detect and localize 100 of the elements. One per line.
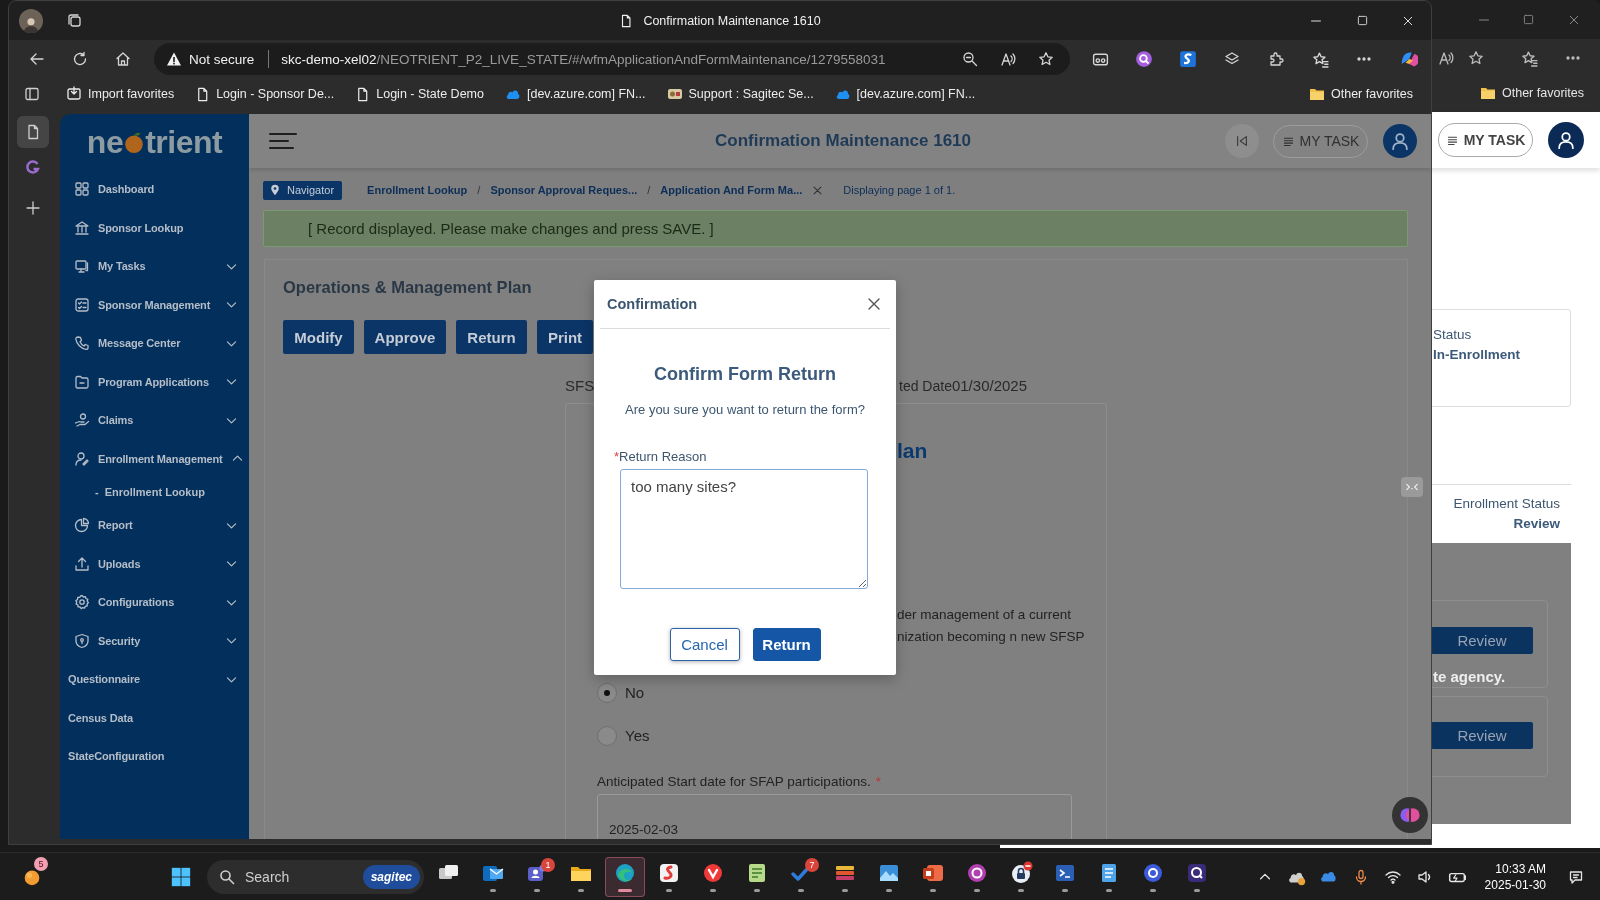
- magnifier-icon: [1185, 861, 1209, 885]
- option-label: No: [625, 684, 645, 701]
- profile-avatar[interactable]: [19, 8, 43, 33]
- app-icon: [701, 861, 725, 885]
- action-button[interactable]: Approve: [364, 320, 446, 354]
- globe-icon: [613, 861, 637, 885]
- info-text: SFS: [565, 376, 596, 396]
- review-button[interactable]: Review: [1431, 627, 1533, 654]
- weather-button[interactable]: 5: [12, 856, 52, 897]
- page-icon: [25, 124, 41, 140]
- wifi-icon: [1384, 868, 1401, 885]
- nav-item[interactable]: Sponsor Management: [60, 285, 249, 324]
- nav-item[interactable]: StateConfiguration: [60, 737, 249, 776]
- clock-time: 10:33 AM: [1495, 860, 1546, 877]
- nav-item[interactable]: Sponsor Lookup: [60, 208, 249, 247]
- enrollment-status-label: Enrollment Status: [1453, 495, 1560, 513]
- taskbar-button[interactable]: 1: [517, 856, 557, 897]
- logo: sagitec: [362, 864, 420, 889]
- window-title: Confirmation Maintenance 1610: [643, 13, 821, 28]
- phone-icon: [74, 335, 90, 352]
- nav-item[interactable]: Configurations: [60, 583, 249, 622]
- nav-item[interactable]: Uploads: [60, 544, 249, 583]
- return-button[interactable]: Return: [752, 628, 821, 661]
- bookmark[interactable]: Login - Sponsor De...: [191, 86, 339, 102]
- nav-item[interactable]: Questionnaire: [60, 660, 249, 699]
- body-text: nization becoming n new SFSP: [897, 628, 1086, 646]
- body-text: der management of a current: [897, 606, 1073, 624]
- action-button[interactable]: Modify: [283, 320, 354, 354]
- paging-text: Displaying page 1 of 1.: [843, 184, 956, 196]
- notification-badge: 7: [805, 857, 819, 872]
- nav-item[interactable]: Dashboard: [60, 170, 249, 209]
- nav-item[interactable]: Message Center: [60, 324, 249, 363]
- enrollment-status-value: Review: [1513, 515, 1560, 533]
- nav-item[interactable]: Enrollment Management: [60, 439, 249, 478]
- security-button[interactable]: Not secure: [166, 51, 259, 67]
- star-icon: [1038, 51, 1054, 67]
- note-text: te agency.: [1433, 668, 1506, 686]
- read-aloud-icon: [1438, 50, 1454, 66]
- address-field[interactable]: Not secure skc-demo-xel02/NEOTRIENT_P2_LIVE_STATE/#/wfmApplicationAndFormMaintenance/1279558031: [154, 43, 1070, 75]
- avatar[interactable]: [1383, 124, 1417, 158]
- arrow-left-icon: [29, 51, 45, 67]
- pie-chart-icon: [74, 517, 90, 534]
- bookmark[interactable]: [dev.azure.com] FN...: [830, 86, 980, 102]
- nav-item[interactable]: Claims: [60, 401, 249, 440]
- back-button[interactable]: [1225, 124, 1259, 158]
- action-button[interactable]: Return: [456, 320, 527, 354]
- taskbar-button[interactable]: [605, 856, 645, 897]
- return-reason-field[interactable]: too many sites?: [620, 469, 868, 589]
- dialog-title: Confirmation: [607, 296, 698, 312]
- bookmark-folder[interactable]: Other favorites: [1480, 85, 1584, 101]
- radio-button[interactable]: [597, 725, 617, 746]
- ring-icon: [965, 861, 989, 885]
- ring-icon: [1141, 861, 1165, 885]
- clock-date: 2025-01-30: [1484, 876, 1546, 893]
- curve-icon: [1179, 50, 1197, 68]
- section-title: Operations & Management Plan: [283, 277, 533, 297]
- folder-icon: [1309, 86, 1325, 102]
- close-icon: [1402, 14, 1414, 27]
- nav-item[interactable]: Program Applications: [60, 362, 249, 401]
- bookmark-folder[interactable]: Other favorites: [1305, 86, 1417, 102]
- avatar[interactable]: [1548, 122, 1584, 158]
- close-button[interactable]: [812, 184, 824, 196]
- bookmark[interactable]: [dev.azure.com] FN...: [500, 86, 650, 102]
- page-title: Confirmation Maintenance 1610: [715, 131, 971, 151]
- action-button[interactable]: Print: [537, 320, 593, 354]
- radio-button[interactable]: [597, 682, 617, 703]
- nav-item[interactable]: Report: [60, 506, 249, 545]
- nav-sub-item[interactable]: - Enrollment Lookup: [60, 478, 249, 506]
- user-edit-icon: [74, 450, 90, 467]
- bank-icon: [74, 219, 90, 236]
- nav-item[interactable]: Security: [60, 621, 249, 660]
- close-icon: [812, 184, 824, 196]
- dialog-message: Are you sure you want to return the form?: [624, 401, 866, 419]
- reload-icon: [72, 51, 88, 67]
- plus-icon: [25, 200, 41, 216]
- folder-icon: [1480, 85, 1496, 101]
- navigator-button[interactable]: Navigator: [263, 180, 343, 200]
- notification-badge: 5: [34, 856, 48, 871]
- close-button[interactable]: [866, 296, 882, 312]
- search-field[interactable]: Search sagitec: [207, 859, 424, 894]
- date-label: ted Date: [899, 378, 952, 394]
- bookmark[interactable]: Support : Sagitec Se...: [662, 86, 818, 102]
- user-icon: [1390, 131, 1410, 151]
- date-value: 01/30/2025: [951, 377, 1027, 394]
- taskbar-button[interactable]: 7: [781, 856, 821, 897]
- vertical-tab[interactable]: [17, 116, 49, 148]
- bookmark[interactable]: Import favorites: [62, 86, 179, 102]
- nav-item[interactable]: My Tasks: [60, 247, 249, 286]
- breadcrumb-separator: /: [477, 184, 481, 196]
- cancel-button[interactable]: Cancel: [669, 628, 740, 661]
- field-label: Anticipated Start date for SFAP participations. *: [597, 773, 882, 791]
- bookmark[interactable]: Login - State Demo: [351, 86, 488, 102]
- windows-icon: [171, 866, 191, 887]
- review-button[interactable]: Review: [1431, 722, 1533, 749]
- collapse-toggle[interactable]: [1401, 477, 1423, 497]
- nav-item[interactable]: Census Data: [60, 698, 249, 737]
- gear-icon: [74, 594, 90, 611]
- my-task-button[interactable]: MY TASK: [1438, 123, 1533, 157]
- option-label: Yes: [625, 727, 650, 744]
- puzzle-icon: [1268, 51, 1284, 67]
